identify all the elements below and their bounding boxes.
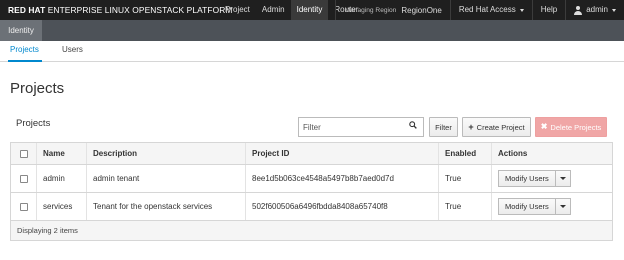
filter-input[interactable] (299, 118, 423, 136)
row-checkbox[interactable] (19, 174, 28, 183)
chevron-down-icon (612, 8, 616, 12)
header-actions: Actions (498, 149, 528, 158)
nav-identity[interactable]: Identity (290, 0, 329, 20)
header-name[interactable]: Name (37, 143, 87, 164)
dashboard-label[interactable]: Identity (0, 20, 42, 41)
header-enabled[interactable]: Enabled (439, 143, 492, 164)
nav-project[interactable]: Project (219, 0, 256, 20)
chevron-down-icon (519, 8, 524, 12)
brand-strong: RED HAT (8, 5, 46, 15)
select-all-cell (11, 143, 37, 164)
chevron-down-icon (559, 177, 566, 180)
top-right-menu: Managing Region RegionOne Red Hat Access… (334, 0, 624, 20)
tab-projects[interactable]: Projects (10, 45, 39, 54)
item-count: Displaying 2 items (17, 226, 78, 235)
cell-enabled: True (439, 165, 492, 192)
filter-box (298, 117, 424, 137)
filter-button[interactable]: Filter (429, 117, 458, 137)
plus-icon: + (468, 121, 474, 132)
table-header: Name Description Project ID Enabled Acti… (11, 143, 612, 165)
cell-enabled: True (439, 193, 492, 220)
actions-dropdown-toggle[interactable] (555, 198, 571, 215)
brand-light: ENTERPRISE LINUX OPENSTACK PLATFORM (47, 5, 233, 15)
top-navbar: RED HAT ENTERPRISE LINUX OPENSTACK PLATF… (0, 0, 624, 20)
table-footer: Displaying 2 items (11, 221, 612, 240)
create-project-button[interactable]: + Create Project (462, 117, 531, 137)
redhat-access-menu[interactable]: Red Hat Access (451, 0, 532, 20)
delete-projects-label: Delete Projects (550, 122, 602, 132)
cell-description: Tenant for the openstack services (87, 193, 246, 220)
modify-users-button[interactable]: Modify Users (498, 198, 556, 215)
search-icon[interactable] (409, 121, 417, 129)
cell-name: services (37, 193, 87, 220)
cell-actions: Modify Users (492, 165, 612, 192)
delete-projects-button[interactable]: ✖ Delete Projects (535, 117, 607, 137)
row-select-cell (11, 193, 37, 220)
cell-project-id: 8ee1d5b063ce4548a5497b8b7aed0d7d (246, 165, 439, 192)
cell-project-id: 502f600506a6496fbdda8408a65740f8 (246, 193, 439, 220)
cell-description: admin tenant (87, 165, 246, 192)
actions-dropdown-toggle[interactable] (555, 170, 571, 187)
active-tab-indicator (8, 60, 42, 62)
header-description[interactable]: Description (87, 143, 246, 164)
region-value: RegionOne (401, 5, 442, 15)
secondary-navbar: Identity (0, 20, 624, 41)
action-split-button: Modify Users (498, 170, 571, 187)
table-row: admin admin tenant 8ee1d5b063ce4548a5497… (11, 165, 612, 193)
user-icon (574, 5, 583, 15)
x-icon: ✖ (540, 122, 548, 131)
user-menu[interactable]: admin (566, 0, 624, 20)
cell-actions: Modify Users (492, 193, 612, 220)
region-selector[interactable]: Managing Region RegionOne (336, 0, 450, 20)
action-split-button: Modify Users (498, 198, 571, 215)
nav-admin[interactable]: Admin (256, 0, 291, 20)
panel-tabs: Projects Users (0, 41, 624, 62)
brand-logo[interactable]: RED HAT ENTERPRISE LINUX OPENSTACK PLATF… (8, 5, 232, 15)
modify-users-button[interactable]: Modify Users (498, 170, 556, 187)
table-title: Projects (16, 118, 51, 129)
row-checkbox[interactable] (19, 202, 28, 211)
tab-users[interactable]: Users (62, 45, 83, 54)
row-select-cell (11, 165, 37, 192)
projects-table: Name Description Project ID Enabled Acti… (10, 142, 613, 241)
chevron-down-icon (559, 205, 566, 208)
create-project-label: Create Project (476, 122, 525, 132)
table-row: services Tenant for the openstack servic… (11, 193, 612, 221)
region-label: Managing Region (344, 6, 397, 14)
user-name: admin (586, 5, 608, 14)
redhat-access-label: Red Hat Access (458, 5, 516, 14)
page-title: Projects (10, 80, 65, 97)
help-link[interactable]: Help (533, 0, 565, 20)
header-project-id[interactable]: Project ID (246, 143, 439, 164)
cell-name: admin (37, 165, 87, 192)
select-all-checkbox[interactable] (19, 149, 28, 158)
